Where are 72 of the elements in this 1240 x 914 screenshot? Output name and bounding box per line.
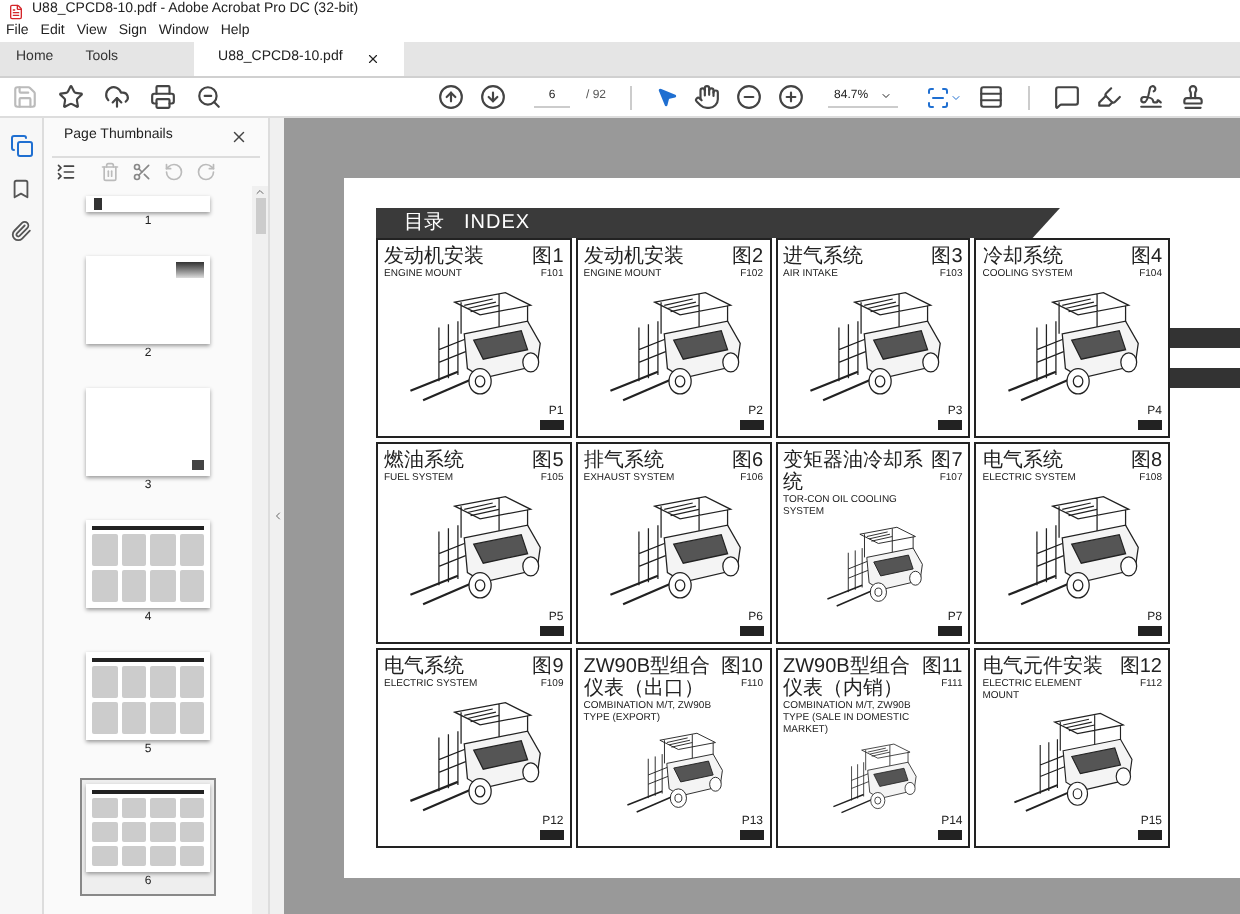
bookmark-icon[interactable] [10, 178, 32, 200]
section-title-chinese: 冷却系统 [982, 246, 1065, 268]
label-tag [739, 625, 763, 636]
label-tag [938, 830, 963, 840]
star-icon[interactable] [58, 84, 84, 110]
page-thumbnail[interactable] [86, 784, 210, 872]
label-tag [1138, 420, 1162, 431]
section-title-chinese: 发动机安装 [384, 246, 484, 268]
stripe [1170, 368, 1240, 388]
heading-chinese: 目录 [404, 213, 444, 233]
label-tag [1138, 830, 1162, 840]
label-tag [539, 420, 564, 431]
label-tag [539, 830, 564, 840]
stamp-icon[interactable] [1180, 84, 1207, 110]
figure-number: 图11 [921, 655, 963, 678]
figure-number: 图12 [1119, 655, 1162, 678]
section-title-chinese: 电气元件安装 [982, 655, 1105, 678]
scroll-mode-icon[interactable] [978, 84, 1005, 110]
pdf-file-icon [8, 3, 24, 19]
next-page-icon[interactable] [480, 84, 506, 110]
page-thumbnail[interactable] [86, 520, 210, 608]
section-title-chinese: 电气系统 [384, 655, 466, 678]
close-tab-icon[interactable] [366, 52, 381, 66]
figure-number: 图10 [720, 655, 763, 678]
figure-number: 图9 [532, 655, 564, 678]
figure-number: 图8 [1130, 450, 1162, 473]
label-tag [938, 625, 963, 636]
section-title-chinese: 排气系统 [583, 450, 666, 473]
stripe [1170, 328, 1240, 348]
figure-number: 图3 [931, 246, 963, 268]
label-tag [539, 625, 564, 636]
figure-number: 图4 [1130, 246, 1162, 268]
fit-page-button[interactable] [926, 85, 963, 109]
section-title-chinese: 变矩器油冷却系统 [783, 450, 925, 495]
figure-number: 图2 [731, 246, 763, 268]
label-tag [739, 420, 763, 431]
page-thumbnail[interactable] [86, 196, 210, 212]
section-title-chinese: 燃油系统 [384, 450, 464, 473]
section-title-chinese: 进气系统 [783, 246, 863, 268]
section-title-chinese: ZW90B型组合仪表（内销） [783, 655, 912, 700]
options-icon[interactable] [56, 162, 76, 182]
zoom-out-button-icon[interactable] [736, 84, 763, 110]
zoom-in-icon[interactable] [778, 84, 805, 110]
figure-number: 图5 [532, 450, 564, 473]
figure-number: 图7 [931, 450, 963, 473]
label-tag [1138, 625, 1162, 636]
section-title-chinese: 电气系统 [982, 450, 1065, 473]
scrollbar[interactable] [252, 186, 268, 914]
previous-page-icon[interactable] [438, 84, 464, 110]
scroll-thumb[interactable] [255, 198, 265, 234]
page-thumbnail[interactable] [86, 256, 210, 344]
comment-icon[interactable] [1054, 84, 1081, 110]
page-thumbnail[interactable] [86, 388, 210, 476]
caret-icon[interactable] [880, 90, 893, 102]
heading-english: INDEX [464, 213, 531, 233]
pointer-icon[interactable] [656, 86, 679, 108]
page-thumbnail[interactable] [86, 652, 210, 740]
section-title-chinese: 发动机安装 [583, 246, 684, 268]
upload-icon[interactable] [104, 84, 130, 110]
page-thumbnails-icon[interactable] [9, 134, 33, 158]
hand-icon[interactable] [694, 84, 721, 110]
highlighter-icon[interactable] [1096, 84, 1123, 110]
figure-number: 图1 [532, 246, 564, 268]
close-icon[interactable] [230, 128, 248, 146]
attachment-icon[interactable] [10, 220, 32, 242]
zoom-out-icon[interactable] [196, 84, 222, 110]
print-icon[interactable] [150, 84, 176, 110]
figure-number: 图6 [731, 450, 763, 473]
label-tag [938, 420, 963, 431]
section-title-chinese: ZW90B型组合仪表（出口） [583, 655, 713, 700]
label-tag [739, 830, 763, 840]
signature-icon[interactable] [1138, 84, 1165, 110]
